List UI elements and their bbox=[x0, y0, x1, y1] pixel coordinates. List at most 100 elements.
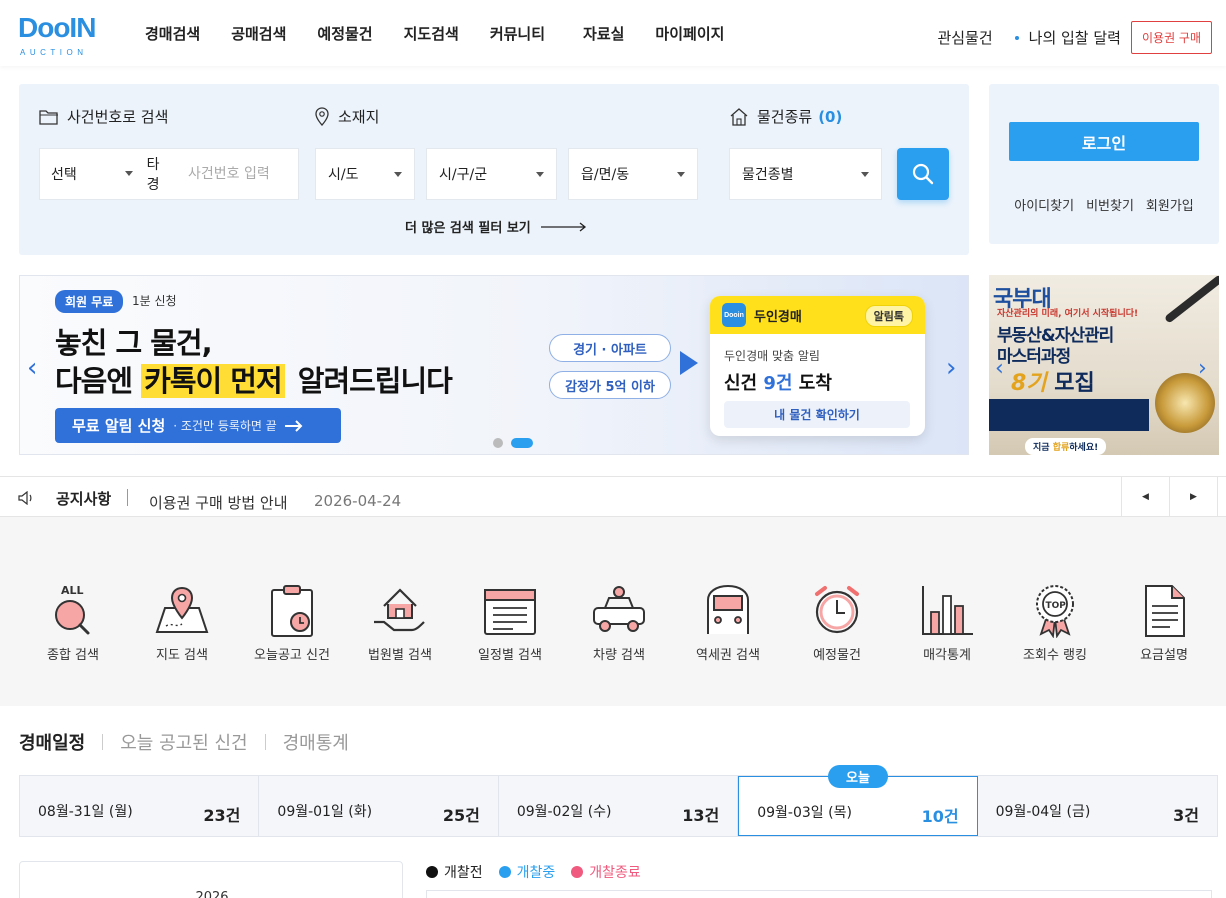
quick-map-search[interactable]: 지도 검색 bbox=[127, 582, 237, 663]
ad-foot-post: 하세요! bbox=[1069, 443, 1099, 453]
kakao-alert-card: Dooin 두인경매 알림톡 두인경매 맞춤 알림 신건 9건 도착 내 물건 … bbox=[710, 296, 925, 436]
notice-prev-icon[interactable]: ◀ bbox=[1122, 477, 1170, 516]
legend-finished: 개찰종료 bbox=[571, 862, 641, 882]
logo[interactable]: DooIN AUCTION bbox=[18, 12, 100, 60]
ad-footer: 지금 합류하세요! bbox=[1025, 438, 1107, 455]
quick-view-ranking[interactable]: TOP 조회수 랭킹 bbox=[1000, 582, 1110, 663]
quick-label: 역세권 검색 bbox=[696, 648, 760, 663]
notice-next-icon[interactable]: ▶ bbox=[1170, 477, 1218, 516]
tab-auction-stats[interactable]: 경매통계 bbox=[283, 729, 349, 755]
quick-pricing[interactable]: 요금설명 bbox=[1109, 582, 1219, 663]
buy-pass-button[interactable]: 이용권 구매 bbox=[1130, 21, 1212, 54]
quick-vehicle-search[interactable]: 차량 검색 bbox=[564, 582, 674, 663]
ad-prev-icon[interactable]: ‹ bbox=[995, 358, 1004, 380]
quick-today-notice[interactable]: 오늘공고 신건 bbox=[237, 582, 347, 663]
legend-dot bbox=[426, 866, 438, 878]
ad-next-icon[interactable]: › bbox=[1198, 358, 1207, 380]
ad-info-band bbox=[989, 399, 1149, 431]
svg-text:ALL: ALL bbox=[61, 584, 84, 597]
banner-prev-icon[interactable]: ‹ bbox=[27, 355, 37, 381]
more-filters-link[interactable]: 더 많은 검색 필터 보기 bbox=[405, 217, 587, 236]
check-items-button[interactable]: 내 물건 확인하기 bbox=[724, 401, 910, 428]
nav-auction-search[interactable]: 경매검색 bbox=[145, 23, 200, 44]
nav-resources[interactable]: 자료실 bbox=[583, 23, 624, 44]
train-icon bbox=[707, 584, 749, 634]
nav-public-auction[interactable]: 공매검색 bbox=[231, 23, 286, 44]
banner-next-icon[interactable]: › bbox=[946, 355, 956, 381]
nav-upcoming[interactable]: 예정물건 bbox=[317, 23, 372, 44]
day-date: 09월-01일 (화) bbox=[277, 804, 373, 820]
ad-foot-pre: 지금 bbox=[1033, 443, 1050, 453]
day-item[interactable]: 09월-01일 (화) 25건 bbox=[259, 776, 499, 836]
calendar-year: 2026 bbox=[195, 890, 229, 898]
quick-court-search[interactable]: 법원별 검색 bbox=[345, 582, 455, 663]
search-panel: 사건번호로 검색 소재지 물건종류 (0) 선택 타경 시/도 시/구/군 bbox=[19, 84, 969, 255]
item-type-count: (0) bbox=[818, 107, 843, 126]
day-count: 25건 bbox=[442, 806, 480, 825]
logo-text: DooIN bbox=[18, 12, 96, 43]
quick-schedule-search[interactable]: 일정별 검색 bbox=[455, 582, 565, 663]
quick-station-search[interactable]: 역세권 검색 bbox=[673, 582, 783, 663]
case-number-input[interactable] bbox=[188, 166, 298, 182]
pagination-dot-1[interactable] bbox=[493, 438, 503, 448]
item-type-select[interactable]: 물건종별 bbox=[729, 148, 882, 200]
ad-cohort: 8기 bbox=[1011, 371, 1047, 396]
free-badge: 회원 무료 bbox=[55, 290, 124, 313]
tab-today-new[interactable]: 오늘 공고된 신건 bbox=[120, 729, 247, 755]
legend-label: 개찰종료 bbox=[589, 865, 641, 881]
watchlist-link[interactable]: 관심물건 bbox=[937, 27, 992, 48]
notice-text-link[interactable]: 이용권 구매 방법 안내 bbox=[149, 492, 288, 513]
main-nav: 경매검색 공매검색 예정물건 지도검색 커뮤니티 자료실 마이페이지 bbox=[145, 0, 755, 66]
headline-pre: 다음엔 bbox=[55, 364, 133, 398]
long-arrow-right-icon bbox=[540, 221, 586, 232]
search-button[interactable] bbox=[897, 148, 949, 200]
card-logo: Dooin bbox=[722, 303, 746, 327]
headline-highlight: 카톡이 먼저 bbox=[141, 364, 285, 398]
day-date: 09월-03일 (목) bbox=[757, 805, 852, 821]
eupmyeon-select[interactable]: 읍/면/동 bbox=[568, 148, 698, 200]
tab-divider bbox=[264, 734, 266, 750]
pen-image bbox=[1163, 275, 1219, 324]
quick-sale-stats[interactable]: 매각통계 bbox=[892, 582, 1002, 663]
quick-label: 일정별 검색 bbox=[478, 648, 542, 663]
day-item[interactable]: 08월-31일 (월) 23건 bbox=[20, 776, 260, 836]
alarm-clock-icon bbox=[815, 586, 859, 634]
day-item[interactable]: 09월-02일 (수) 13건 bbox=[499, 776, 739, 836]
free-alert-button[interactable]: 무료 알림 신청 · 조건만 등록하면 끝 bbox=[55, 408, 341, 443]
location-pin-icon bbox=[315, 106, 329, 126]
dot-separator bbox=[1014, 35, 1019, 40]
ad-banner[interactable]: 국부대 자산관리의 미래, 여기서 시작됩니다! 부동산&자산관리 마스터과정 … bbox=[989, 275, 1219, 455]
find-id-link[interactable]: 아이디찾기 bbox=[1014, 195, 1074, 214]
notice-divider bbox=[127, 489, 128, 506]
cta-main: 무료 알림 신청 bbox=[72, 417, 166, 435]
sido-select[interactable]: 시/도 bbox=[315, 148, 415, 200]
legend-ongoing: 개찰중 bbox=[498, 862, 555, 882]
case-search-text: 사건번호로 검색 bbox=[67, 108, 169, 126]
day-item[interactable]: 09월-04일 (금) 3건 bbox=[978, 776, 1217, 836]
quick-upcoming[interactable]: 예정물건 bbox=[782, 582, 892, 663]
promo-banner[interactable]: 회원 무료 1분 신청 놓친 그 물건, 다음엔 카톡이 먼저 알려드립니다 무… bbox=[19, 275, 969, 455]
tab-auction-schedule[interactable]: 경매일정 bbox=[19, 729, 85, 755]
document-icon bbox=[1145, 585, 1185, 637]
ad-tagline: 자산관리의 미래, 여기서 시작됩니다! bbox=[997, 309, 1139, 319]
signup-link[interactable]: 회원가입 bbox=[1146, 195, 1194, 214]
sigungu-select[interactable]: 시/구/군 bbox=[426, 148, 557, 200]
card-pill: 알림톡 bbox=[864, 305, 913, 327]
notice-bar: 공지사항 이용권 구매 방법 안내 2026-04-24 ◀ ▶ bbox=[0, 476, 1226, 517]
page: DooIN AUCTION 경매검색 공매검색 예정물건 지도검색 커뮤니티 자… bbox=[0, 0, 1226, 898]
nav-map-search[interactable]: 지도검색 bbox=[404, 23, 459, 44]
quick-label: 조회수 랭킹 bbox=[1023, 648, 1087, 663]
bar-chart-icon bbox=[922, 586, 973, 635]
header: DooIN AUCTION 경매검색 공매검색 예정물건 지도검색 커뮤니티 자… bbox=[0, 0, 1226, 66]
login-button[interactable]: 로그인 bbox=[1009, 122, 1199, 161]
bid-calendar-link[interactable]: 나의 입찰 달력 bbox=[1029, 27, 1121, 48]
pagination-dot-2-active[interactable] bbox=[511, 438, 533, 448]
cta-note: · 조건만 등록하면 끝 bbox=[173, 419, 277, 433]
quick-all-search[interactable]: ALL 종합 검색 bbox=[18, 582, 128, 663]
case-court-select[interactable]: 선택 bbox=[40, 164, 137, 184]
calendar-icon bbox=[484, 589, 536, 635]
find-password-link[interactable]: 비번찾기 bbox=[1086, 195, 1134, 214]
nav-community[interactable]: 커뮤니티 bbox=[490, 23, 545, 44]
card-big-post: 도착 bbox=[798, 373, 832, 394]
nav-mypage[interactable]: 마이페이지 bbox=[655, 23, 724, 44]
